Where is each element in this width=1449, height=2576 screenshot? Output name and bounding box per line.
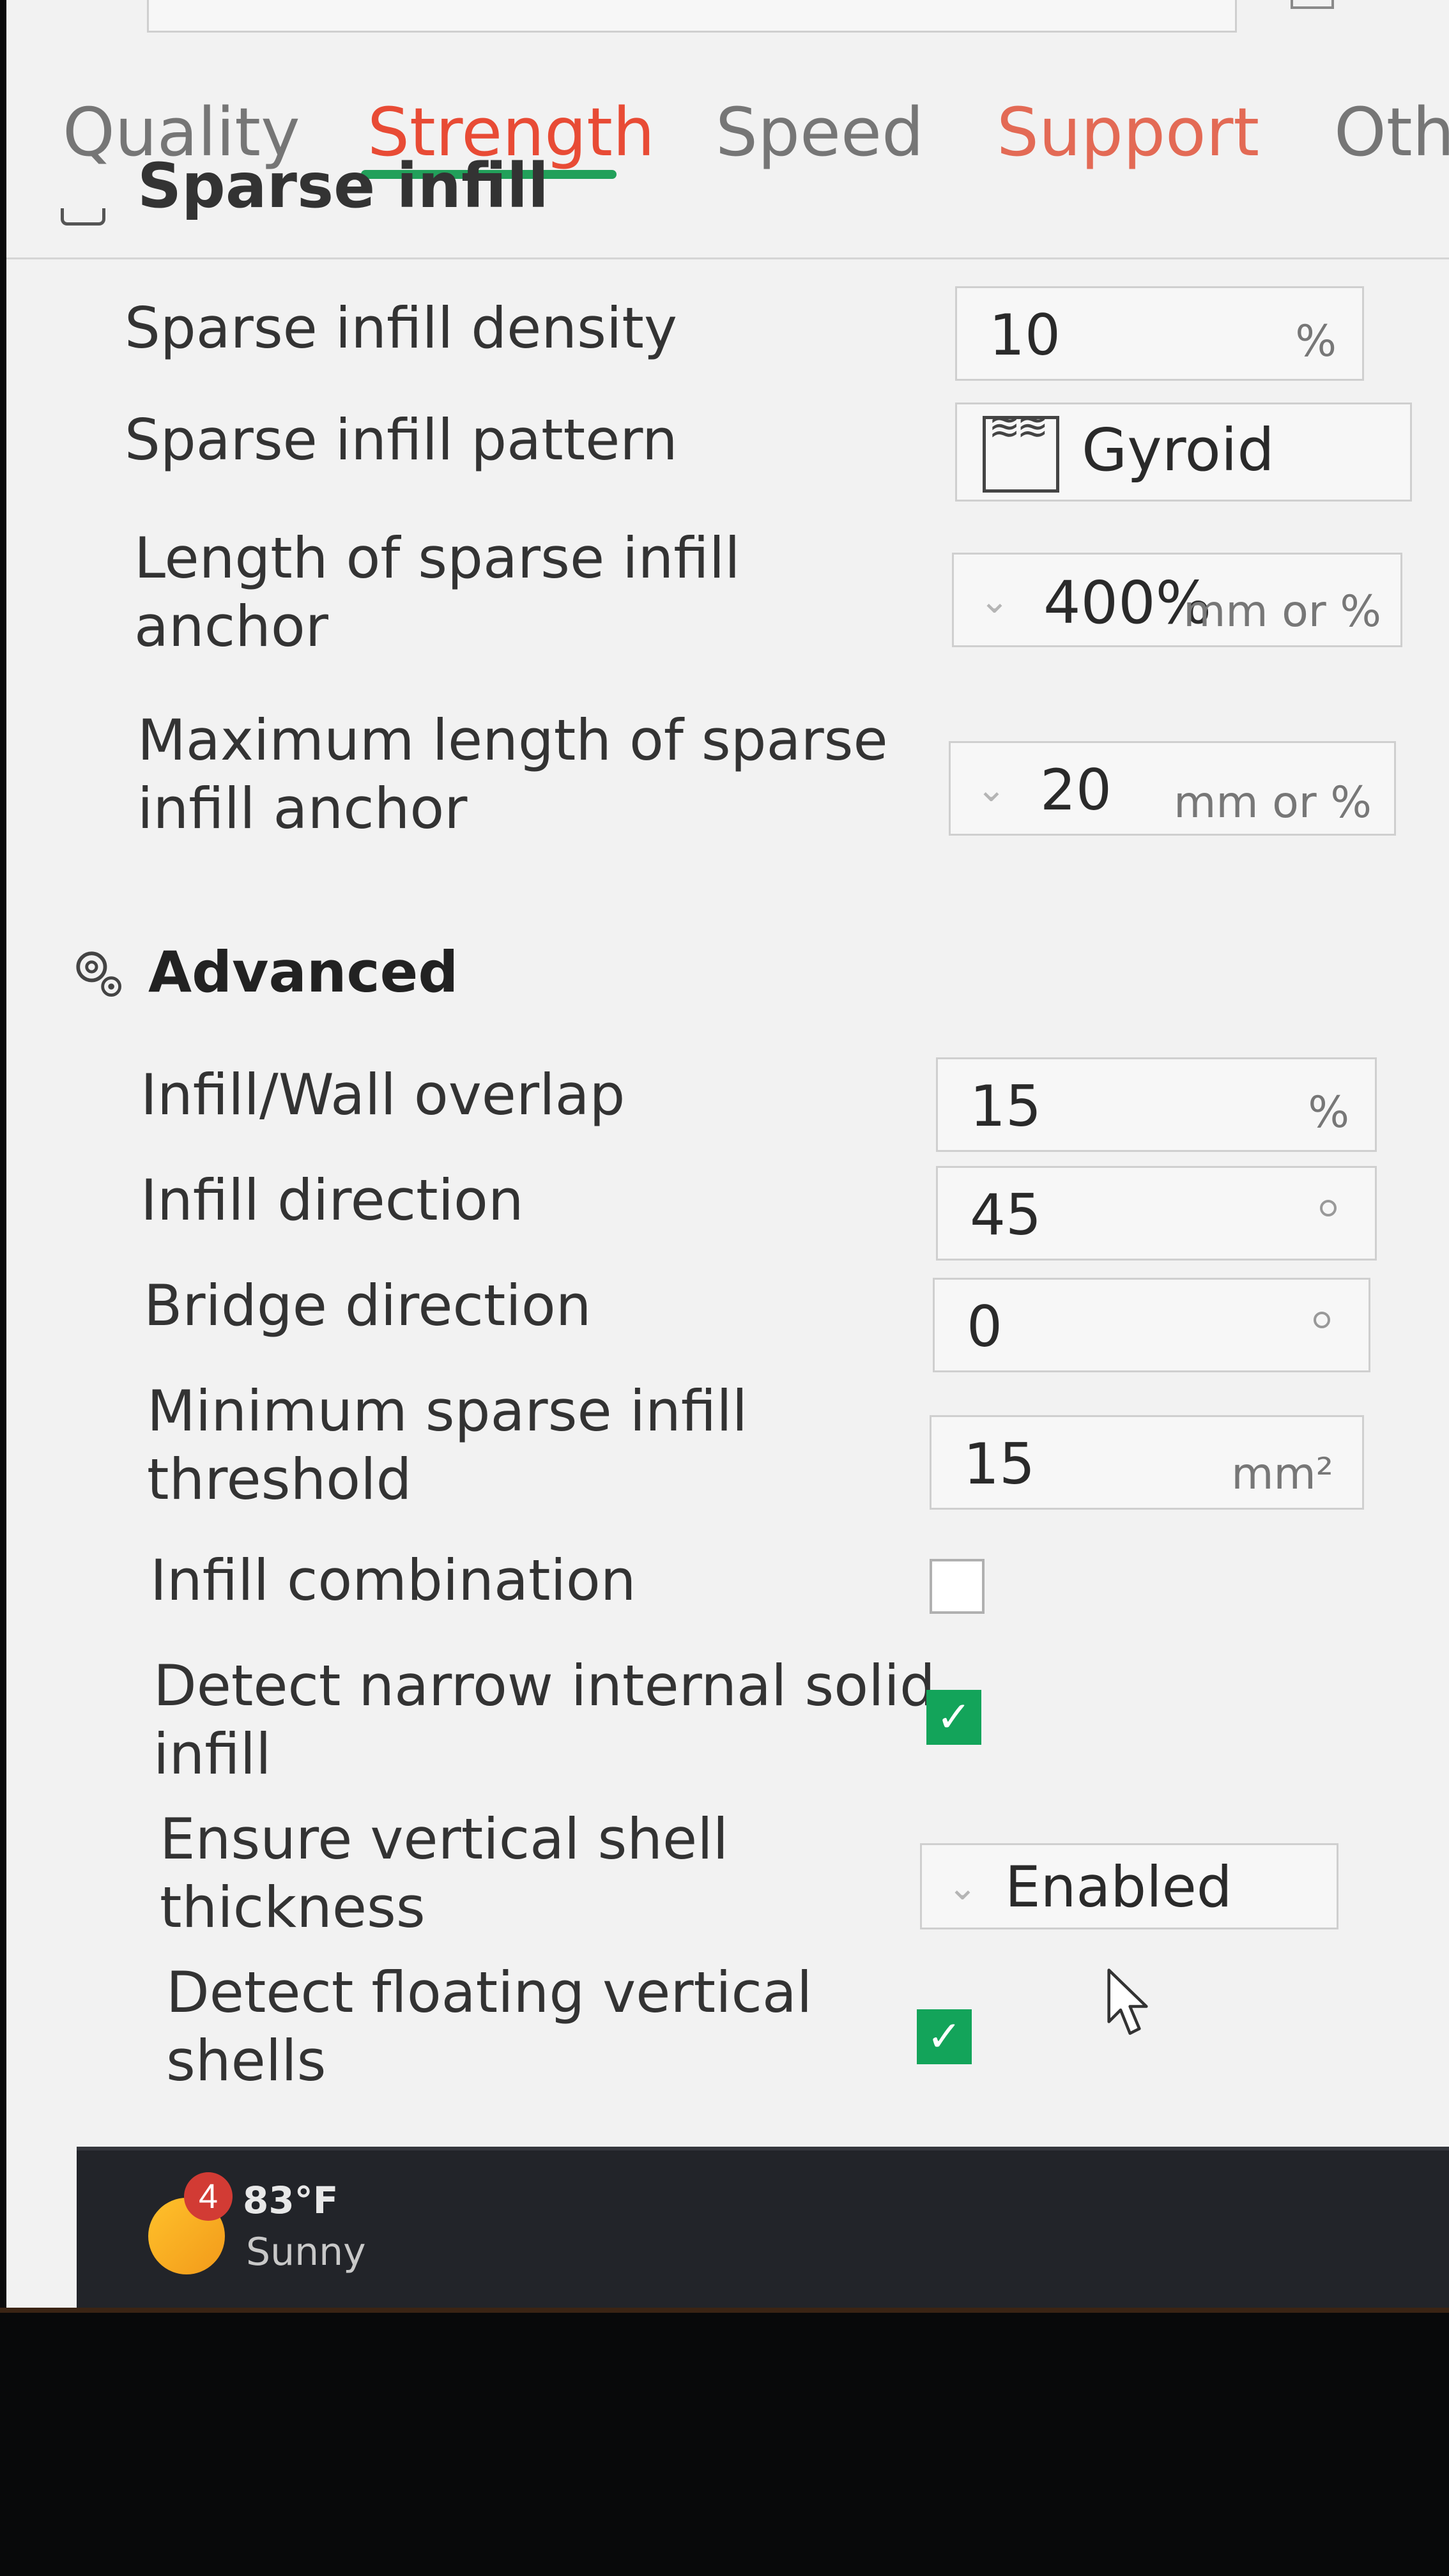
bridge-direction-value: 0 — [967, 1294, 1002, 1360]
label-detect-narrow-line1: Detect narrow internal solid — [153, 1653, 935, 1719]
detect-floating-shells-checkbox[interactable]: ✓ — [917, 2009, 972, 2064]
screen-bezel-left — [0, 0, 6, 2313]
infill-combination-checkbox[interactable] — [930, 1559, 985, 1614]
label-infill-wall-overlap: Infill/Wall overlap — [141, 1062, 625, 1128]
anchor-length-combo[interactable]: ⌄ 400% mm or % — [952, 553, 1402, 647]
label-sparse-infill-pattern: Sparse infill pattern — [125, 407, 678, 473]
sparse-infill-icon — [61, 208, 105, 226]
taskbar: 4 83°F Sunny — [77, 2147, 1449, 2313]
sparse-infill-density-unit: % — [1295, 316, 1337, 367]
chevron-down-icon[interactable]: ⌄ — [976, 769, 1006, 810]
top-strip — [6, 0, 1449, 75]
label-detect-floating-line1: Detect floating vertical — [166, 1959, 813, 2025]
weather-notification-badge: 4 — [184, 2172, 233, 2221]
infill-direction-input[interactable]: 45 — [936, 1166, 1377, 1261]
monitor-edge — [0, 2308, 1449, 2313]
label-anchor-length-line1: Length of sparse infill — [134, 525, 740, 591]
degree-unit-icon — [1320, 1200, 1337, 1216]
label-anchor-max-length-line2: infill anchor — [137, 776, 468, 842]
anchor-max-length-unit: mm or % — [1174, 778, 1372, 828]
infill-wall-overlap-input[interactable]: 15 % — [936, 1057, 1377, 1152]
monitor-bezel — [0, 2313, 1449, 2576]
label-anchor-max-length-line1: Maximum length of sparse — [137, 707, 888, 773]
vertical-shell-thickness-select[interactable]: ⌄ Enabled — [920, 1843, 1338, 1929]
detect-narrow-infill-checkbox[interactable]: ✓ — [926, 1690, 981, 1745]
top-right-icon[interactable] — [1291, 0, 1334, 9]
section-title-advanced: Advanced — [148, 939, 459, 1005]
weather-temperature[interactable]: 83°F — [243, 2179, 338, 2222]
anchor-length-unit: mm or % — [1183, 586, 1381, 637]
top-input-field[interactable] — [147, 0, 1237, 33]
sparse-infill-pattern-value: Gyroid — [1082, 416, 1275, 484]
label-detect-floating-line2: shells — [166, 2028, 326, 2094]
taskbar-border — [77, 2147, 1449, 2150]
label-infill-combination: Infill combination — [150, 1547, 636, 1613]
section-title-sparse-infill: Sparse infill — [137, 150, 549, 222]
tab-others[interactable]: Othe — [1334, 93, 1449, 171]
label-detect-floating-vertical-shells: Detect floating vertical shells — [166, 1958, 812, 2096]
label-vertical-shell-line2: thickness — [160, 1874, 425, 1941]
settings-panel: Quality Strength Speed Support Othe Spar… — [6, 0, 1449, 2313]
chevron-down-icon[interactable]: ⌄ — [979, 580, 1009, 622]
mouse-cursor-icon — [1107, 1968, 1148, 2035]
min-threshold-value: 15 — [963, 1431, 1035, 1497]
label-infill-direction: Infill direction — [141, 1167, 524, 1233]
label-detect-narrow-internal-solid-infill: Detect narrow internal solid infill — [153, 1652, 935, 1789]
bridge-direction-input[interactable]: 0 — [933, 1278, 1370, 1372]
vertical-shell-thickness-value: Enabled — [1005, 1854, 1232, 1920]
label-anchor-length: Length of sparse infill anchor — [134, 524, 740, 661]
tab-speed[interactable]: Speed — [716, 93, 924, 171]
label-vertical-shell-line1: Ensure vertical shell — [160, 1806, 729, 1872]
min-threshold-input[interactable]: 15 mm² — [930, 1415, 1364, 1510]
label-bridge-direction: Bridge direction — [144, 1273, 592, 1338]
label-anchor-length-line2: anchor — [134, 594, 328, 660]
sparse-infill-pattern-select[interactable]: Gyroid — [955, 402, 1412, 502]
infill-wall-overlap-unit: % — [1308, 1087, 1349, 1138]
sparse-infill-density-value: 10 — [989, 302, 1061, 368]
chevron-down-icon[interactable]: ⌄ — [947, 1867, 977, 1908]
gyroid-pattern-icon — [983, 415, 1059, 493]
gear-icon — [76, 951, 121, 997]
label-min-threshold-line1: Minimum sparse infill — [147, 1378, 748, 1444]
weather-condition[interactable]: Sunny — [246, 2230, 366, 2274]
label-ensure-vertical-shell-thickness: Ensure vertical shell thickness — [160, 1805, 728, 1942]
label-min-sparse-infill-threshold: Minimum sparse infill threshold — [147, 1377, 747, 1514]
sparse-infill-density-input[interactable]: 10 % — [955, 286, 1364, 381]
tab-support[interactable]: Support — [997, 93, 1259, 171]
degree-unit-icon — [1314, 1312, 1330, 1328]
infill-wall-overlap-value: 15 — [970, 1073, 1041, 1139]
min-threshold-unit: mm² — [1231, 1449, 1333, 1499]
settings-content: Sparse infill Sparse infill density 10 %… — [6, 150, 1449, 2140]
infill-direction-value: 45 — [970, 1182, 1041, 1248]
label-anchor-max-length: Maximum length of sparse infill anchor — [137, 706, 888, 843]
label-detect-narrow-line2: infill — [153, 1721, 272, 1788]
label-min-threshold-line2: threshold — [147, 1446, 412, 1513]
anchor-max-length-value: 20 — [1040, 757, 1112, 823]
label-sparse-infill-density: Sparse infill density — [125, 295, 677, 361]
anchor-max-length-combo[interactable]: ⌄ 20 mm or % — [949, 741, 1396, 836]
